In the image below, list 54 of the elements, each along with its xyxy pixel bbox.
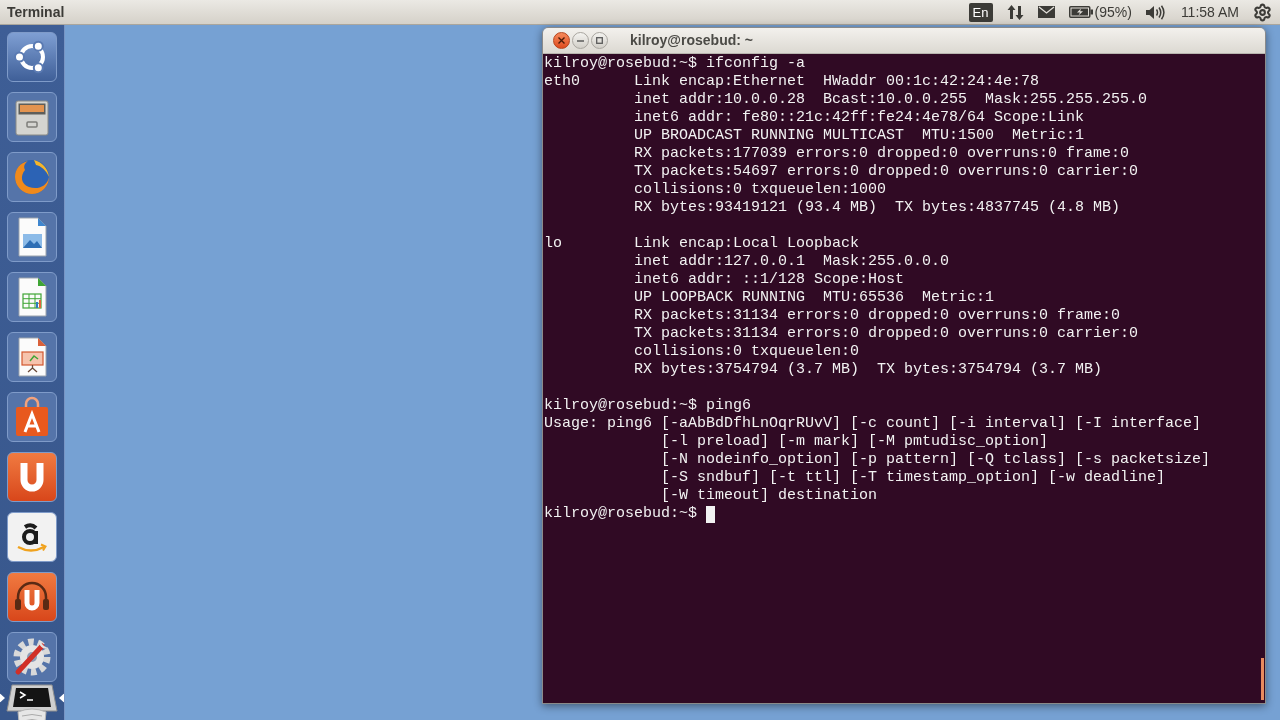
output-line: UP LOOPBACK RUNNING MTU:65536 Metric:1 <box>634 289 995 307</box>
clock[interactable]: 11:58 AM <box>1180 1 1239 23</box>
output-line: inet addr:10.0.0.28 Bcast:10.0.0.255 Mask:255.255.255.0 <box>634 91 1148 109</box>
keyboard-layout-indicator[interactable]: En <box>968 2 993 22</box>
speaker-icon[interactable] <box>1145 4 1165 20</box>
output-line: inet addr:127.0.0.1 Mask:255.0.0.0 <box>634 253 950 271</box>
output-line: collisions:0 txqueuelen:1000 <box>634 181 887 199</box>
scrollbar-thumb[interactable] <box>1261 658 1264 700</box>
output-line: inet6 addr: fe80::21c:42ff:fe24:4e78/64 Scope:Link <box>634 109 1085 127</box>
output-line: TX packets:31134 errors:0 dropped:0 overruns:0 carrier:0 <box>634 325 1139 343</box>
output-line: Link encap:Local Loopback <box>634 235 860 253</box>
output-line: [-aAbBdDfhLnOqrRUvV] [-c count] [-i interval] [-I interface] <box>661 415 1202 433</box>
interface-name: eth0 <box>544 73 580 91</box>
command-line: kilroy@rosebud:~$ ping6 <box>544 397 752 415</box>
maximize-button[interactable] <box>591 32 608 49</box>
usage-label: Usage: ping6 <box>544 415 653 433</box>
output-line: collisions:0 txqueuelen:0 <box>634 343 860 361</box>
presentation-icon[interactable] <box>7 332 57 382</box>
headphones-icon[interactable] <box>7 572 57 622</box>
gear-wrench-icon[interactable] <box>7 632 57 682</box>
output-line: Link encap:Ethernet HWaddr 00:1c:42:24:4e:78 <box>634 73 1040 91</box>
output-line: TX packets:54697 errors:0 dropped:0 overruns:0 carrier:0 <box>634 163 1139 181</box>
output-line: RX packets:177039 errors:0 dropped:0 overruns:0 frame:0 <box>634 145 1130 163</box>
command-line: kilroy@rosebud:~$ ifconfig -a <box>544 55 806 73</box>
ring-dots-icon[interactable] <box>7 32 57 82</box>
transfer-arrows-icon[interactable] <box>1006 3 1024 21</box>
spreadsheet-icon[interactable] <box>7 272 57 322</box>
interface-name: lo <box>544 235 562 253</box>
file-cabinet-icon[interactable] <box>7 92 57 142</box>
u-logo-icon[interactable] <box>7 452 57 502</box>
close-icon <box>558 37 565 44</box>
output-line: [-S sndbuf] [-t ttl] [-T timestamp_option] [-w deadline] <box>661 469 1166 487</box>
minimize-icon <box>577 39 584 42</box>
shell-prompt: kilroy@rosebud:~$ <box>544 505 698 523</box>
output-line: inet6 addr: ::1/128 Scope:Host <box>634 271 905 289</box>
close-button[interactable] <box>553 32 570 49</box>
minimize-button[interactable] <box>572 32 589 49</box>
battery-percentage: (95%) <box>1094 2 1132 22</box>
shopping-bag-icon[interactable] <box>7 392 57 442</box>
output-line: RX packets:31134 errors:0 dropped:0 overruns:0 frame:0 <box>634 307 1121 325</box>
gear-icon[interactable] <box>1253 2 1272 22</box>
output-line: [-l preload] [-m mark] [-M pmtudisc_option] <box>661 433 1049 451</box>
document-picture-icon[interactable] <box>7 212 57 262</box>
output-line: RX bytes:93419121 (93.4 MB) TX bytes:4837745 (4.8 MB) <box>634 199 1121 217</box>
envelope-icon[interactable] <box>1037 6 1055 18</box>
output-line: RX bytes:3754794 (3.7 MB) TX bytes:3754794 (3.7 MB) <box>634 361 1103 379</box>
output-line: UP BROADCAST RUNNING MULTICAST MTU:1500 Metric:1 <box>634 127 1085 145</box>
maximize-icon <box>596 37 603 44</box>
output-line: [-W timeout] destination <box>661 487 878 505</box>
window-title: kilroy@rosebud: ~ <box>630 31 753 50</box>
output-line: [-N nodeinfo_option] [-p pattern] [-Q tclass] [-s packetsize] <box>661 451 1211 469</box>
app-title: Terminal <box>7 2 65 22</box>
terminal-icon[interactable] <box>6 684 58 712</box>
battery-icon[interactable] <box>1068 6 1093 18</box>
